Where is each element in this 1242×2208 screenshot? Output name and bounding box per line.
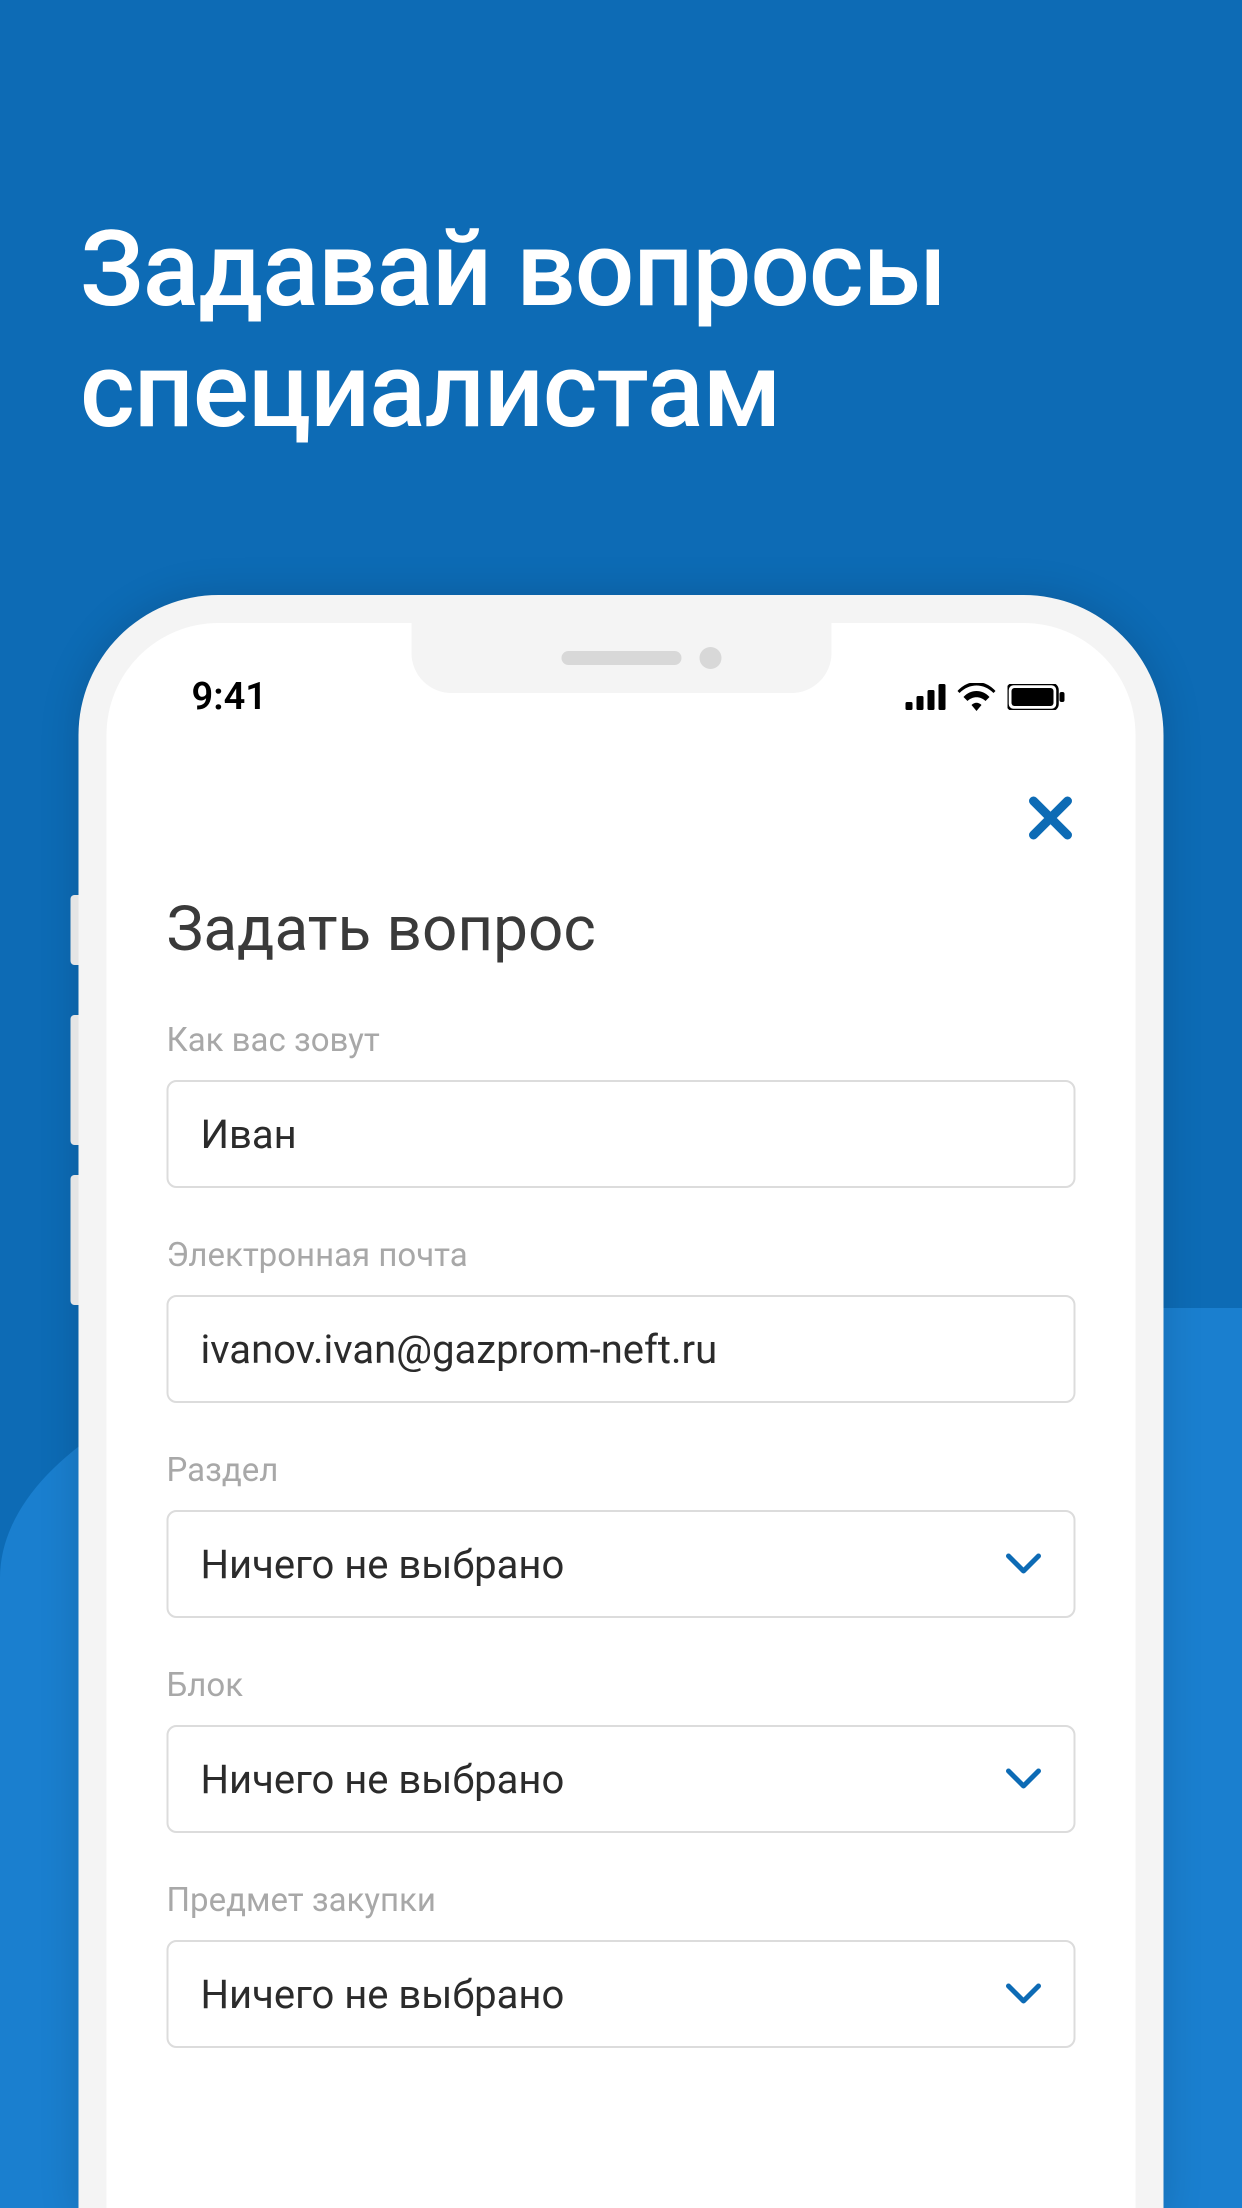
- close-button[interactable]: [1026, 793, 1076, 843]
- status-icons: [906, 683, 1066, 711]
- name-label: Как вас зовут: [167, 1021, 1076, 1060]
- subject-select-value: Ничего не выбрано: [201, 1971, 565, 2018]
- block-label: Блок: [167, 1666, 1076, 1705]
- form-group-name: Как вас зовут: [167, 1021, 1076, 1188]
- subject-label: Предмет закупки: [167, 1881, 1076, 1920]
- section-select[interactable]: Ничего не выбрано: [167, 1510, 1076, 1618]
- wifi-icon: [958, 683, 996, 711]
- phone-camera: [699, 647, 721, 669]
- email-input[interactable]: [167, 1295, 1076, 1403]
- form-group-email: Электронная почта: [167, 1236, 1076, 1403]
- phone-speaker: [561, 651, 681, 665]
- form-group-section: Раздел Ничего не выбрано: [167, 1451, 1076, 1618]
- status-time: 9:41: [192, 675, 267, 719]
- form-content: Задать вопрос Как вас зовут Электронная …: [107, 843, 1136, 2048]
- phone-notch: [411, 623, 831, 693]
- close-icon: [1028, 795, 1074, 841]
- form-title: Задать вопрос: [167, 893, 1076, 966]
- chevron-down-icon: [1006, 1983, 1042, 2005]
- section-select-value: Ничего не выбрано: [201, 1541, 565, 1588]
- phone-side-button: [71, 1175, 79, 1305]
- chevron-down-icon: [1006, 1768, 1042, 1790]
- form-group-block: Блок Ничего не выбрано: [167, 1666, 1076, 1833]
- block-select[interactable]: Ничего не выбрано: [167, 1725, 1076, 1833]
- section-label: Раздел: [167, 1451, 1076, 1490]
- phone-frame: 9:41 Задать вопрос Как вас зовут Электро…: [79, 595, 1164, 2208]
- form-group-subject: Предмет закупки Ничего не выбрано: [167, 1881, 1076, 2048]
- phone-screen: 9:41 Задать вопрос Как вас зовут Электро…: [107, 623, 1136, 2208]
- promo-title: Задавай вопросы специалистам: [80, 210, 946, 452]
- phone-side-button: [71, 1015, 79, 1145]
- name-input[interactable]: [167, 1080, 1076, 1188]
- cellular-icon: [906, 684, 946, 710]
- phone-side-button: [71, 895, 79, 965]
- promo-title-line2: специалистам: [80, 331, 946, 452]
- email-label: Электронная почта: [167, 1236, 1076, 1275]
- battery-icon: [1008, 684, 1066, 710]
- promo-title-line1: Задавай вопросы: [80, 210, 946, 331]
- subject-select[interactable]: Ничего не выбрано: [167, 1940, 1076, 2048]
- chevron-down-icon: [1006, 1553, 1042, 1575]
- block-select-value: Ничего не выбрано: [201, 1756, 565, 1803]
